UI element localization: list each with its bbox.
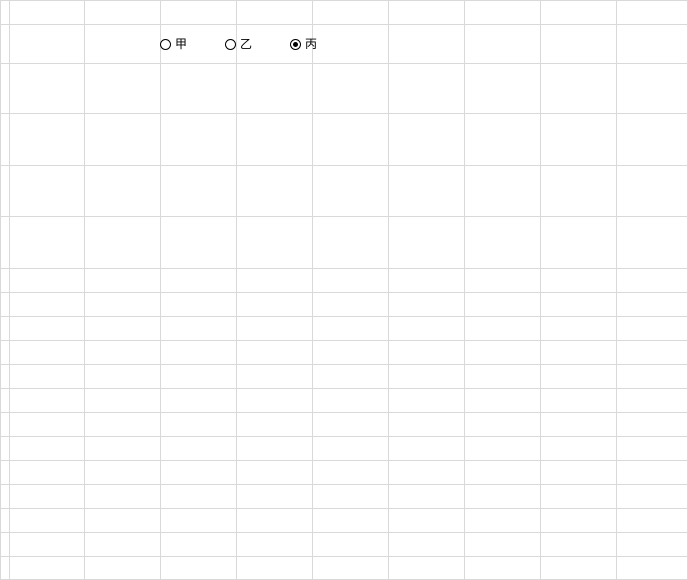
gridline-horizontal bbox=[0, 316, 688, 317]
radio-option-2[interactable]: 乙 bbox=[225, 38, 252, 50]
radio-label: 甲 bbox=[175, 38, 187, 50]
radio-group: 甲 乙 丙 bbox=[160, 36, 355, 52]
gridline-horizontal bbox=[0, 412, 688, 413]
gridline-vertical bbox=[0, 0, 1, 580]
gridline-vertical bbox=[312, 0, 313, 580]
gridline-horizontal bbox=[0, 216, 688, 217]
gridline-horizontal bbox=[0, 436, 688, 437]
gridline-vertical bbox=[84, 0, 85, 580]
gridline-horizontal bbox=[0, 165, 688, 166]
radio-label: 丙 bbox=[305, 38, 317, 50]
gridline-horizontal bbox=[0, 484, 688, 485]
gridline-vertical bbox=[388, 0, 389, 580]
gridline-vertical bbox=[160, 0, 161, 580]
gridline-horizontal bbox=[0, 292, 688, 293]
gridline-vertical bbox=[9, 0, 10, 580]
gridline-horizontal bbox=[0, 63, 688, 64]
gridline-horizontal bbox=[0, 532, 688, 533]
gridline-horizontal bbox=[0, 113, 688, 114]
radio-icon bbox=[225, 39, 236, 50]
radio-icon bbox=[160, 39, 171, 50]
gridline-horizontal bbox=[0, 364, 688, 365]
radio-icon bbox=[290, 39, 301, 50]
radio-option-1[interactable]: 甲 bbox=[160, 38, 187, 50]
gridline-vertical bbox=[616, 0, 617, 580]
gridline-horizontal bbox=[0, 388, 688, 389]
gridline-horizontal bbox=[0, 268, 688, 269]
radio-label: 乙 bbox=[240, 38, 252, 50]
gridline-horizontal bbox=[0, 460, 688, 461]
spreadsheet-grid[interactable]: 甲 乙 丙 bbox=[0, 0, 688, 580]
gridline-horizontal bbox=[0, 0, 688, 1]
gridline-vertical bbox=[540, 0, 541, 580]
gridline-horizontal bbox=[0, 508, 688, 509]
gridline-vertical bbox=[236, 0, 237, 580]
gridline-vertical bbox=[464, 0, 465, 580]
gridline-horizontal bbox=[0, 340, 688, 341]
radio-option-3[interactable]: 丙 bbox=[290, 38, 317, 50]
gridline-horizontal bbox=[0, 24, 688, 25]
gridline-horizontal bbox=[0, 556, 688, 557]
